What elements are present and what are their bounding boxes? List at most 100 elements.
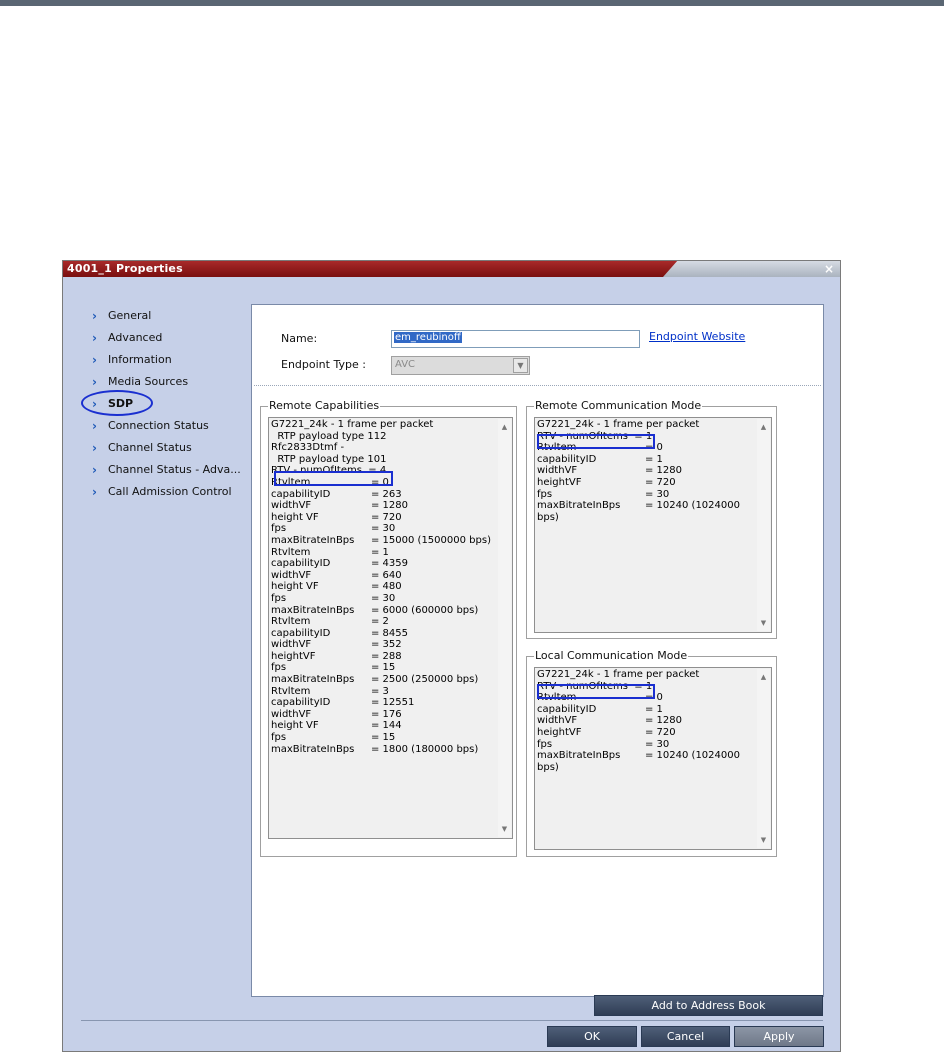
remote-comm-mode-group: Remote Communication Mode G7221_24k - 1 … (526, 399, 777, 639)
item-key: capabilityID (271, 627, 331, 639)
list-item: widthVF = 352 (271, 639, 496, 651)
sidebar-item-general[interactable]: › General (63, 305, 251, 327)
chevron-right-icon: › (92, 485, 97, 499)
name-input[interactable]: em_reubinoff (391, 330, 640, 348)
list-item: height VF = 480 (271, 581, 496, 593)
scrollbar[interactable]: ▲ ▼ (757, 669, 770, 848)
sidebar-item-label: Channel Status (108, 441, 192, 454)
sidebar-item-call-admission-control[interactable]: › Call Admission Control (63, 481, 251, 503)
remote-capabilities-group: Remote Capabilities G7221_24k - 1 frame … (260, 399, 517, 857)
sidebar-item-connection-status[interactable]: › Connection Status (63, 415, 251, 437)
item-value: = 720 (371, 511, 402, 523)
title-bar[interactable]: 4001_1 Properties × (63, 261, 840, 277)
list-item: capabilityID = 4359 (271, 558, 496, 570)
item-value: = 263 (371, 488, 402, 500)
remote-capabilities-title: Remote Capabilities (268, 399, 381, 413)
item-value: = 480 (371, 581, 402, 593)
list-item: Rtvltem = 1 (271, 547, 496, 559)
endpoint-type-value: AVC (395, 359, 416, 370)
item-key: heightVF (271, 650, 316, 662)
dropdown-arrow-icon[interactable]: ▼ (513, 358, 528, 373)
item-key: Rtvltem (271, 546, 311, 558)
item-key: heightVF (537, 726, 582, 738)
sidebar-item-media-sources[interactable]: › Media Sources (63, 371, 251, 393)
item-key: G7221_24k - 1 frame per packet (537, 669, 700, 680)
list-item: bps) (537, 512, 755, 524)
item-key: height VF (271, 720, 319, 732)
sidebar-item-sdp[interactable]: › SDP (63, 390, 251, 416)
item-value: = 12551 (371, 697, 415, 709)
item-key: G7221_24k - 1 frame per packet (271, 419, 434, 430)
sidebar-item-channel-status-adva[interactable]: › Channel Status - Adva... (63, 459, 251, 481)
scroll-down-icon[interactable]: ▼ (757, 834, 770, 846)
close-icon[interactable]: × (822, 261, 836, 277)
item-key: fps (537, 488, 553, 500)
item-value: = 8455 (371, 627, 409, 639)
highlight-box (537, 434, 655, 449)
item-key: widthVF (537, 715, 578, 727)
scrollbar[interactable]: ▲ ▼ (498, 419, 511, 837)
local-comm-mode-group: Local Communication Mode G7221_24k - 1 f… (526, 649, 777, 857)
chevron-right-icon: › (92, 331, 97, 345)
endpoint-website-link[interactable]: Endpoint Website (649, 330, 745, 343)
local-comm-mode-title: Local Communication Mode (534, 649, 689, 663)
list-item: fps = 30 (271, 593, 496, 605)
scroll-down-icon[interactable]: ▼ (757, 617, 770, 629)
scroll-up-icon[interactable]: ▲ (757, 421, 770, 433)
list-item: maxBitrateInBps = 2500 (250000 bps) (271, 674, 496, 686)
name-label: Name: (281, 332, 318, 345)
item-key: widthVF (271, 500, 312, 512)
item-value: = 720 (645, 726, 676, 738)
sidebar-item-channel-status[interactable]: › Channel Status (63, 437, 251, 459)
add-to-address-book-button[interactable]: Add to Address Book (594, 995, 823, 1016)
ok-button[interactable]: OK (547, 1026, 637, 1047)
remote-capabilities-list[interactable]: G7221_24k - 1 frame per packet RTP paylo… (268, 417, 513, 839)
item-value: = 30 (371, 592, 396, 604)
scrollbar[interactable]: ▲ ▼ (757, 419, 770, 631)
remote-comm-mode-list[interactable]: G7221_24k - 1 frame per packet RTV - numO… (534, 417, 772, 633)
apply-button[interactable]: Apply (734, 1026, 824, 1047)
local-comm-mode-list[interactable]: G7221_24k - 1 frame per packet RTV - numO… (534, 667, 772, 850)
item-key: fps (271, 592, 287, 604)
name-value: em_reubinoff (394, 332, 462, 343)
item-value: = 10240 (1024000 (645, 750, 740, 762)
item-key: RTP payload type 101 (271, 453, 387, 465)
item-key: widthVF (537, 465, 578, 477)
top-strip (0, 0, 944, 6)
list-item: maxBitrateInBps = 1800 (180000 bps) (271, 744, 496, 756)
item-key: maxBitrateInBps (537, 750, 621, 762)
sidebar-item-label: Channel Status - Adva... (108, 463, 241, 476)
title-bar-tail (663, 261, 840, 277)
item-key: widthVF (271, 639, 312, 651)
item-key: widthVF (271, 569, 312, 581)
item-value: = 720 (645, 476, 676, 488)
sidebar-item-label: Call Admission Control (108, 485, 232, 498)
scroll-up-icon[interactable]: ▲ (498, 421, 511, 433)
button-divider (81, 1020, 823, 1021)
sidebar-item-label: Media Sources (108, 375, 189, 388)
item-value: = 30 (645, 738, 670, 750)
list-item: maxBitrateInBps = 10240 (1024000 (537, 500, 755, 512)
list-item: widthVF = 1280 (271, 500, 496, 512)
list-item: fps = 30 (537, 489, 755, 501)
item-value: = 1280 (645, 465, 683, 477)
item-key: fps (271, 732, 287, 744)
item-value: = 1800 (180000 bps) (371, 743, 479, 755)
cancel-button[interactable]: Cancel (641, 1026, 730, 1047)
list-item: Rfc2833Dtmf - (271, 442, 496, 454)
item-key: Rfc2833Dtmf - (271, 442, 345, 454)
sidebar-item-information[interactable]: › Information (63, 349, 251, 371)
scroll-up-icon[interactable]: ▲ (757, 671, 770, 683)
item-value: = 176 (371, 708, 402, 720)
list-item: Rtvltem = 2 (271, 616, 496, 628)
chevron-right-icon: › (92, 353, 97, 367)
scroll-down-icon[interactable]: ▼ (498, 823, 511, 835)
item-value: = 3 (371, 685, 389, 697)
list-item: RTP payload type 101 (271, 454, 496, 466)
item-value: = 2 (371, 616, 389, 628)
list-item: capabilityID = 1 (537, 454, 755, 466)
item-key: height VF (271, 581, 319, 593)
item-key: capabilityID (271, 558, 331, 570)
endpoint-type-select[interactable]: AVC ▼ (391, 356, 530, 375)
sidebar-item-advanced[interactable]: › Advanced (63, 327, 251, 349)
